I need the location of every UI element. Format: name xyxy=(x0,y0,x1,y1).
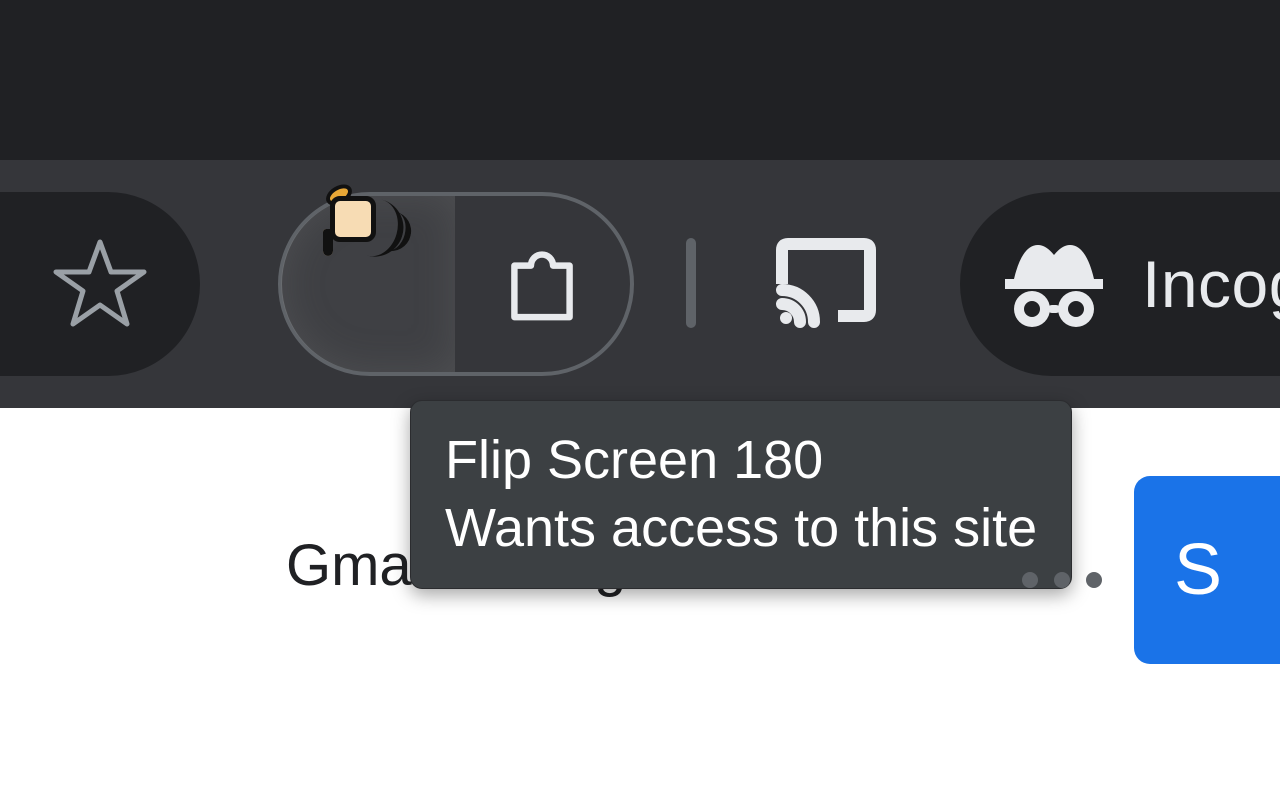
extensions-pill xyxy=(278,192,634,376)
browser-tab-strip xyxy=(0,0,1280,160)
sign-in-button[interactable]: S xyxy=(1134,476,1280,664)
cast-button[interactable] xyxy=(776,238,876,328)
star-outline-icon xyxy=(50,234,150,334)
incognito-indicator[interactable]: Incog xyxy=(960,192,1280,376)
tooltip-title: Flip Screen 180 xyxy=(445,427,1037,495)
incognito-label: Incog xyxy=(1142,246,1280,322)
tooltip-subtitle: Wants access to this site xyxy=(445,495,1037,563)
puzzle-piece-icon xyxy=(496,238,588,330)
browser-toolbar: Incog xyxy=(0,160,1280,408)
extension-flip-screen-button[interactable] xyxy=(281,196,455,372)
extension-permission-tooltip: Flip Screen 180 Wants access to this sit… xyxy=(410,400,1072,589)
google-apps-button[interactable] xyxy=(1022,572,1102,588)
toolbar-separator xyxy=(686,238,696,328)
extensions-menu-button[interactable] xyxy=(455,196,629,372)
incognito-icon xyxy=(1004,239,1104,329)
coin-flip-hand-icon xyxy=(323,234,413,334)
bookmark-star-button[interactable] xyxy=(0,192,200,376)
sign-in-label-fragment: S xyxy=(1174,529,1222,611)
page-content: Gmail Images Flip Screen 180 Wants acces… xyxy=(0,408,1280,800)
